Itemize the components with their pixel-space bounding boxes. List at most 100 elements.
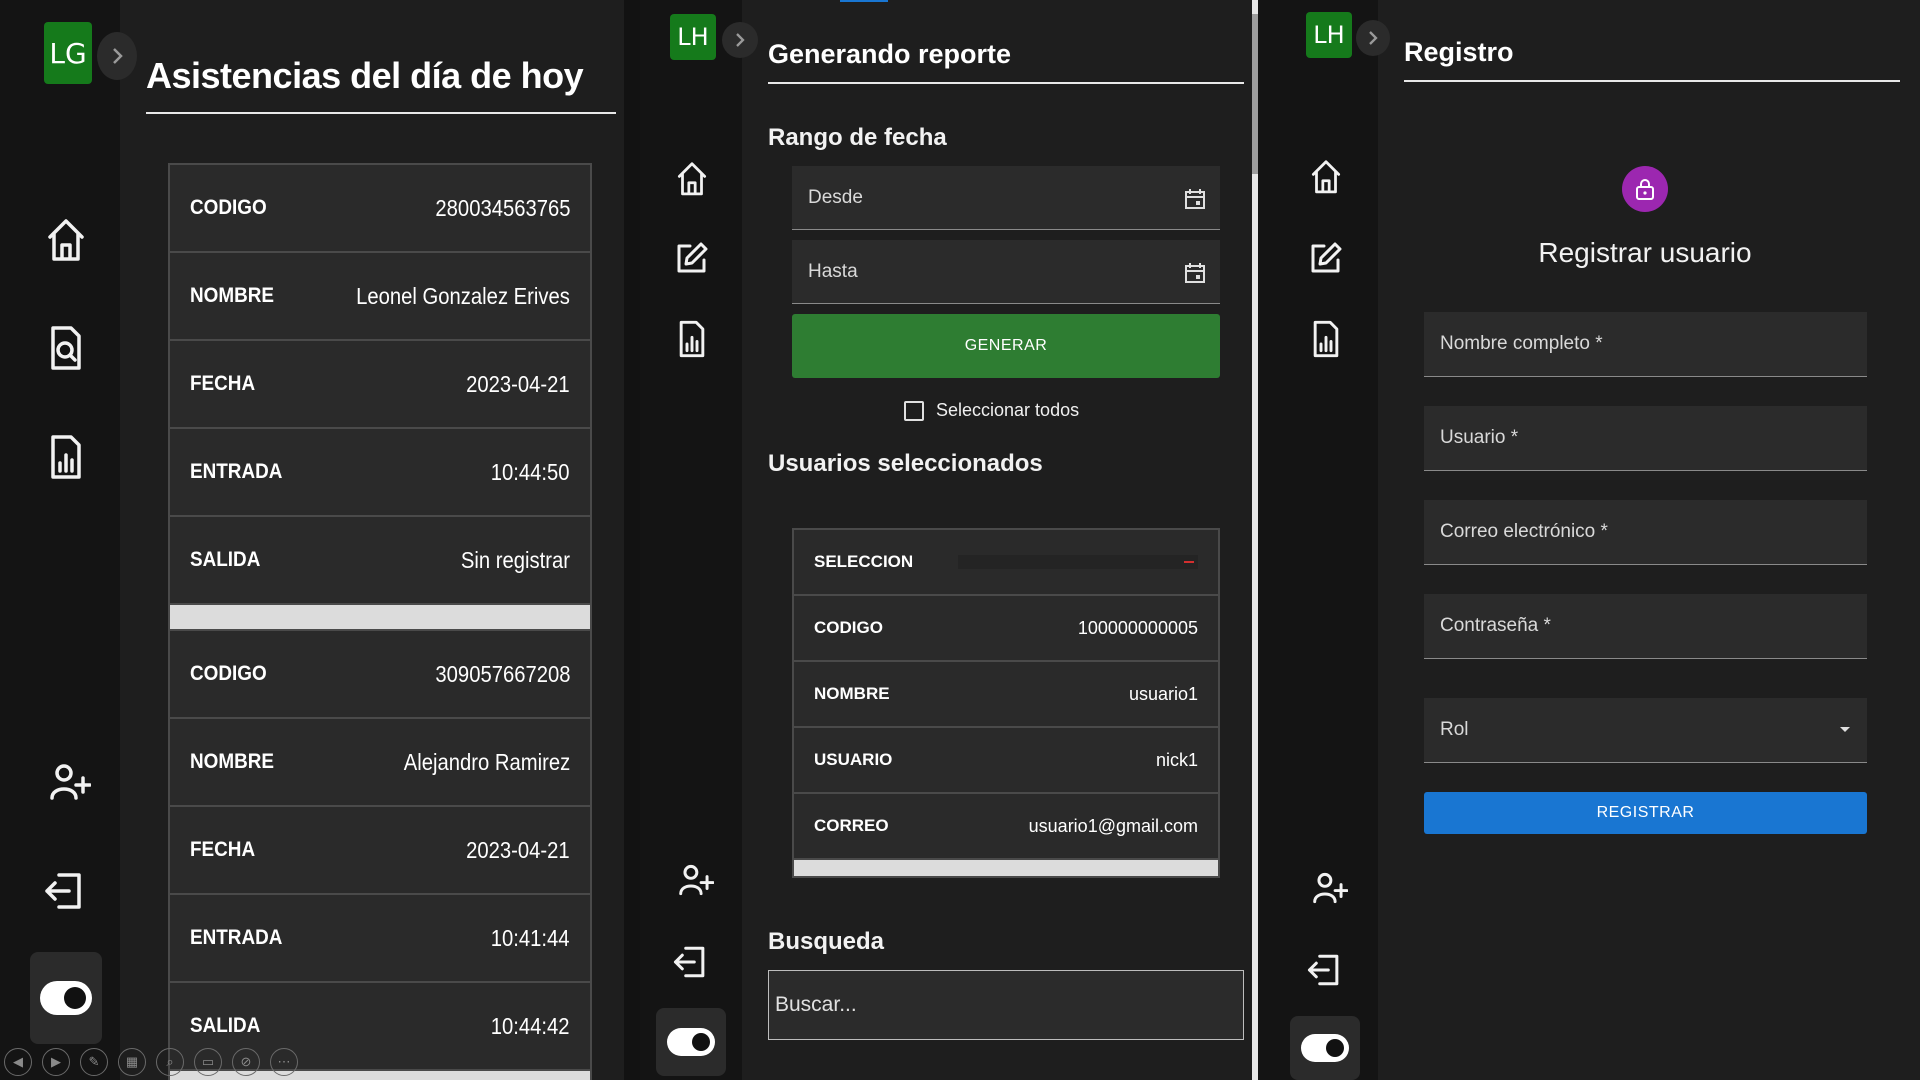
field-value: 280034563765 <box>434 194 570 221</box>
field-label: ENTRADA <box>190 460 283 483</box>
next-icon[interactable]: ▶ <box>42 1048 70 1076</box>
field-value: 10:41:44 <box>491 924 570 951</box>
table-row: NOMBRE Alejandro Ramirez <box>170 719 590 805</box>
username-field[interactable]: Usuario * <box>1424 406 1867 471</box>
field-label: CORREO <box>814 816 889 835</box>
add-user-icon[interactable] <box>48 760 92 804</box>
table-row: ENTRADA 10:41:44 <box>170 895 590 981</box>
theme-toggle[interactable] <box>667 1028 715 1056</box>
add-user-icon[interactable] <box>676 862 716 898</box>
logout-icon[interactable] <box>670 942 710 982</box>
field-value: nick1 <box>1155 749 1198 770</box>
table-row: CODIGO 309057667208 <box>170 631 590 717</box>
page-title: Registro <box>1404 34 1900 82</box>
theme-toggle[interactable] <box>40 981 92 1015</box>
subtitles-icon[interactable]: ▭ <box>194 1048 222 1076</box>
table-row: CODIGO 100000000005 <box>794 596 1218 660</box>
search-section-label: Busqueda <box>768 928 885 955</box>
field-value: usuario1@gmail.com <box>1028 815 1198 836</box>
role-label: Rol <box>1440 719 1469 740</box>
selected-users-table: SELECCION CODIGO 100000000005 NOMBRE usuario… <box>792 528 1220 878</box>
chevron-right-icon[interactable] <box>1356 20 1390 56</box>
field-label: SELECCION <box>814 552 914 571</box>
edit-icon[interactable] <box>672 238 712 278</box>
from-date-field[interactable]: Desde <box>792 166 1220 230</box>
zoom-icon[interactable]: ⌕ <box>156 1048 184 1076</box>
attendance-panel: LG Asistencias del día de hoy CODIGO 2800… <box>0 0 624 1080</box>
table-row: ENTRADA 10:44:50 <box>170 429 590 515</box>
table-row: FECHA 2023-04-21 <box>170 807 590 893</box>
table-row: NOMBRE Leonel Gonzalez Erives <box>170 253 590 339</box>
password-field[interactable]: Contraseña * <box>1424 594 1867 659</box>
search-placeholder: Buscar... <box>775 993 857 1016</box>
register-button[interactable]: REGISTRAR <box>1424 792 1867 834</box>
password-label: Contraseña * <box>1440 615 1551 636</box>
full-name-field[interactable]: Nombre completo * <box>1424 312 1867 377</box>
remove-selection-control[interactable] <box>958 555 1198 569</box>
table-row: NOMBRE usuario1 <box>794 662 1218 726</box>
logout-icon[interactable] <box>1304 950 1344 990</box>
select-all-checkbox[interactable] <box>904 400 924 421</box>
chevron-right-icon[interactable] <box>722 22 758 58</box>
theme-toggle[interactable] <box>1301 1034 1349 1062</box>
page-title: Generando reporte <box>768 36 1244 84</box>
email-field[interactable]: Correo electrónico * <box>1424 500 1867 565</box>
field-label: NOMBRE <box>190 750 275 773</box>
select-all-label: Seleccionar todos <box>936 400 1080 420</box>
user-avatar[interactable]: LH <box>1306 12 1352 58</box>
field-label: SALIDA <box>190 1014 261 1037</box>
field-label: CODIGO <box>190 196 267 219</box>
attendance-list: CODIGO 280034563765 NOMBRE Leonel Gonzalez … <box>168 163 592 1080</box>
to-date-field[interactable]: Hasta <box>792 240 1220 304</box>
field-label: FECHA <box>190 838 256 861</box>
slides-icon[interactable]: ▦ <box>118 1048 146 1076</box>
full-name-label: Nombre completo * <box>1440 333 1603 354</box>
camera-off-icon[interactable]: ⊘ <box>232 1048 260 1076</box>
report-panel: LH Generando reporte Rango de fecha Desd… <box>640 0 1252 1080</box>
table-row: CORREO usuario1@gmail.com <box>794 794 1218 858</box>
calendar-icon[interactable] <box>1184 188 1206 210</box>
generate-button[interactable]: GENERAR <box>792 314 1220 378</box>
logout-icon[interactable] <box>42 868 86 914</box>
home-icon[interactable] <box>672 158 712 198</box>
field-value: 100000000005 <box>1077 617 1198 638</box>
email-label: Correo electrónico * <box>1440 521 1608 542</box>
report-icon[interactable] <box>674 318 710 360</box>
field-value: 2023-04-21 <box>466 370 570 397</box>
calendar-icon[interactable] <box>1184 262 1206 284</box>
report-icon[interactable] <box>46 431 86 483</box>
pen-icon[interactable]: ✎ <box>80 1048 108 1076</box>
chevron-right-icon[interactable] <box>97 32 137 80</box>
record-separator <box>794 860 1218 876</box>
field-value: 309057667208 <box>434 660 570 687</box>
field-value: 10:44:50 <box>491 458 570 485</box>
field-label: SALIDA <box>190 548 261 571</box>
table-row: SELECCION <box>794 530 1218 594</box>
home-icon[interactable] <box>1306 156 1346 196</box>
field-label: ENTRADA <box>190 926 283 949</box>
select-all-checkbox-row[interactable]: Seleccionar todos <box>904 400 1079 421</box>
previous-icon[interactable]: ◀ <box>4 1048 32 1076</box>
user-avatar[interactable]: LH <box>670 14 716 60</box>
field-value: Leonel Gonzalez Erives <box>356 282 570 309</box>
field-value: usuario1 <box>1128 683 1198 704</box>
edit-icon[interactable] <box>1306 238 1346 278</box>
to-date-placeholder: Hasta <box>808 260 858 282</box>
role-select[interactable]: Rol <box>1424 698 1867 763</box>
home-icon[interactable] <box>44 213 88 265</box>
dropdown-arrow-icon[interactable] <box>1839 726 1851 734</box>
document-search-icon[interactable] <box>46 322 86 374</box>
username-label: Usuario * <box>1440 427 1519 448</box>
more-icon[interactable]: ⋯ <box>270 1048 298 1076</box>
user-avatar[interactable]: LG <box>44 22 92 84</box>
remove-icon[interactable] <box>1184 561 1194 563</box>
from-date-placeholder: Desde <box>808 186 863 208</box>
report-icon[interactable] <box>1308 318 1344 360</box>
add-user-icon[interactable] <box>1310 870 1350 906</box>
field-label: NOMBRE <box>814 684 890 703</box>
field-label: USUARIO <box>814 750 893 769</box>
field-value: 2023-04-21 <box>466 836 570 863</box>
field-label: CODIGO <box>814 618 883 637</box>
theme-toggle-wrap <box>30 952 102 1044</box>
search-input[interactable]: Buscar... <box>768 970 1244 1040</box>
